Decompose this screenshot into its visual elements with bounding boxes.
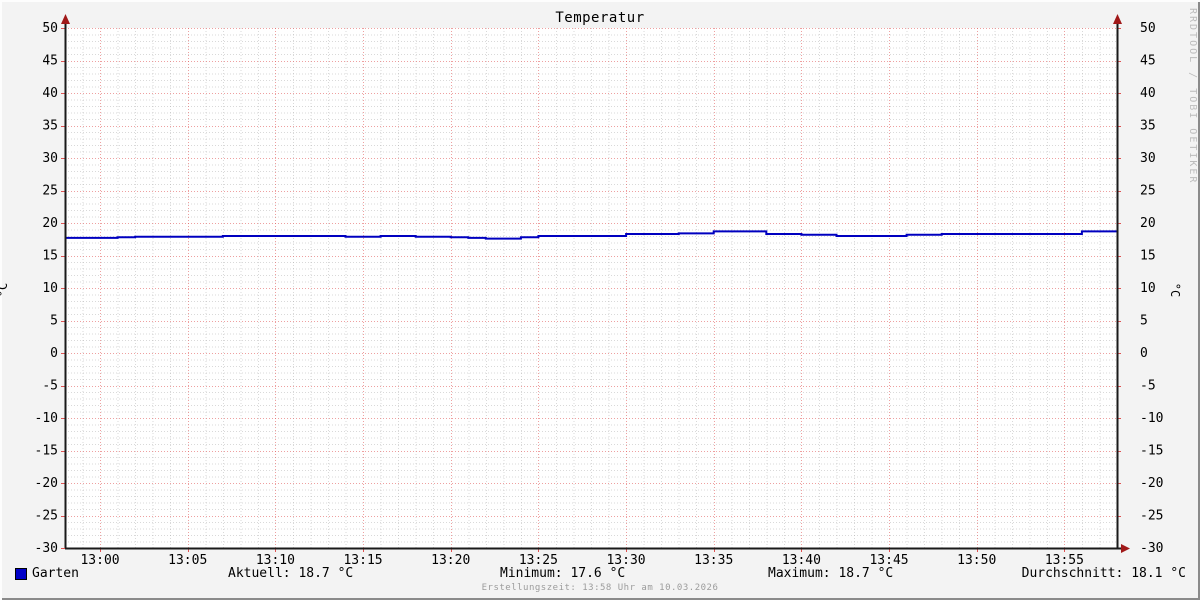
svg-text:0: 0 xyxy=(1140,346,1148,361)
svg-text:15: 15 xyxy=(1140,249,1156,264)
svg-text:35: 35 xyxy=(42,119,58,134)
svg-text:5: 5 xyxy=(1140,314,1148,329)
y-axis-unit-right: °C xyxy=(1167,282,1182,298)
legend-row: Garten Aktuell: 18.7 °C Minimum: 17.6 °C… xyxy=(0,566,1200,582)
svg-text:-20: -20 xyxy=(35,476,58,491)
svg-text:-5: -5 xyxy=(42,379,58,394)
chart-title: Temperatur xyxy=(555,10,645,26)
svg-text:15: 15 xyxy=(42,249,58,264)
svg-text:25: 25 xyxy=(1140,184,1156,199)
svg-text:30: 30 xyxy=(42,151,58,166)
svg-text:5: 5 xyxy=(50,314,58,329)
creation-timestamp: Erstellungszeit: 13:58 Uhr am 10.03.2026 xyxy=(481,583,719,593)
svg-text:10: 10 xyxy=(1140,281,1156,296)
chart-canvas: 50454035302520151050-5-10-15-20-25-30504… xyxy=(35,14,1163,568)
svg-text:20: 20 xyxy=(42,216,58,231)
rrdtool-watermark: RRDTOOL / TOBI OETIKER xyxy=(1187,8,1198,185)
svg-text:20: 20 xyxy=(1140,216,1156,231)
svg-text:45: 45 xyxy=(1140,54,1156,69)
svg-text:-20: -20 xyxy=(1140,476,1163,491)
svg-text:-25: -25 xyxy=(35,509,58,524)
svg-text:30: 30 xyxy=(1140,151,1156,166)
rrdtool-graph: 50 45 40 35 30 25 20 15 10 5 0 -5 -10 -15 -20 -25 -30 50 4… xyxy=(0,0,1200,600)
stat-durchschnitt: Durchschnitt: 18.1 °C xyxy=(1021,566,1186,581)
svg-text:-30: -30 xyxy=(35,541,58,556)
svg-text:45: 45 xyxy=(42,54,58,69)
svg-text:-5: -5 xyxy=(1140,379,1156,394)
stat-maximum: Maximum: 18.7 °C xyxy=(768,566,894,581)
y-axis-labels-right: 50454035302520151050-5-10-15-20-25-30 xyxy=(1140,21,1163,556)
svg-text:10: 10 xyxy=(42,281,58,296)
svg-text:-25: -25 xyxy=(1140,509,1163,524)
svg-text:-15: -15 xyxy=(1140,444,1163,459)
legend-series-label: Garten xyxy=(32,566,79,581)
svg-text:0: 0 xyxy=(50,346,58,361)
y-axis-unit-left: °C xyxy=(0,282,11,298)
svg-text:-10: -10 xyxy=(1140,411,1163,426)
svg-text:-30: -30 xyxy=(1140,541,1163,556)
svg-text:-10: -10 xyxy=(35,411,58,426)
stat-minimum: Minimum: 17.6 °C xyxy=(500,566,626,581)
y-axis-labels-left: 50454035302520151050-5-10-15-20-25-30 xyxy=(35,21,58,556)
svg-text:-15: -15 xyxy=(35,444,58,459)
svg-text:25: 25 xyxy=(42,184,58,199)
svg-text:35: 35 xyxy=(1140,119,1156,134)
stat-aktuell: Aktuell: 18.7 °C xyxy=(228,566,354,581)
svg-text:40: 40 xyxy=(1140,86,1156,101)
legend-swatch-garten xyxy=(15,568,27,580)
svg-text:40: 40 xyxy=(42,86,58,101)
